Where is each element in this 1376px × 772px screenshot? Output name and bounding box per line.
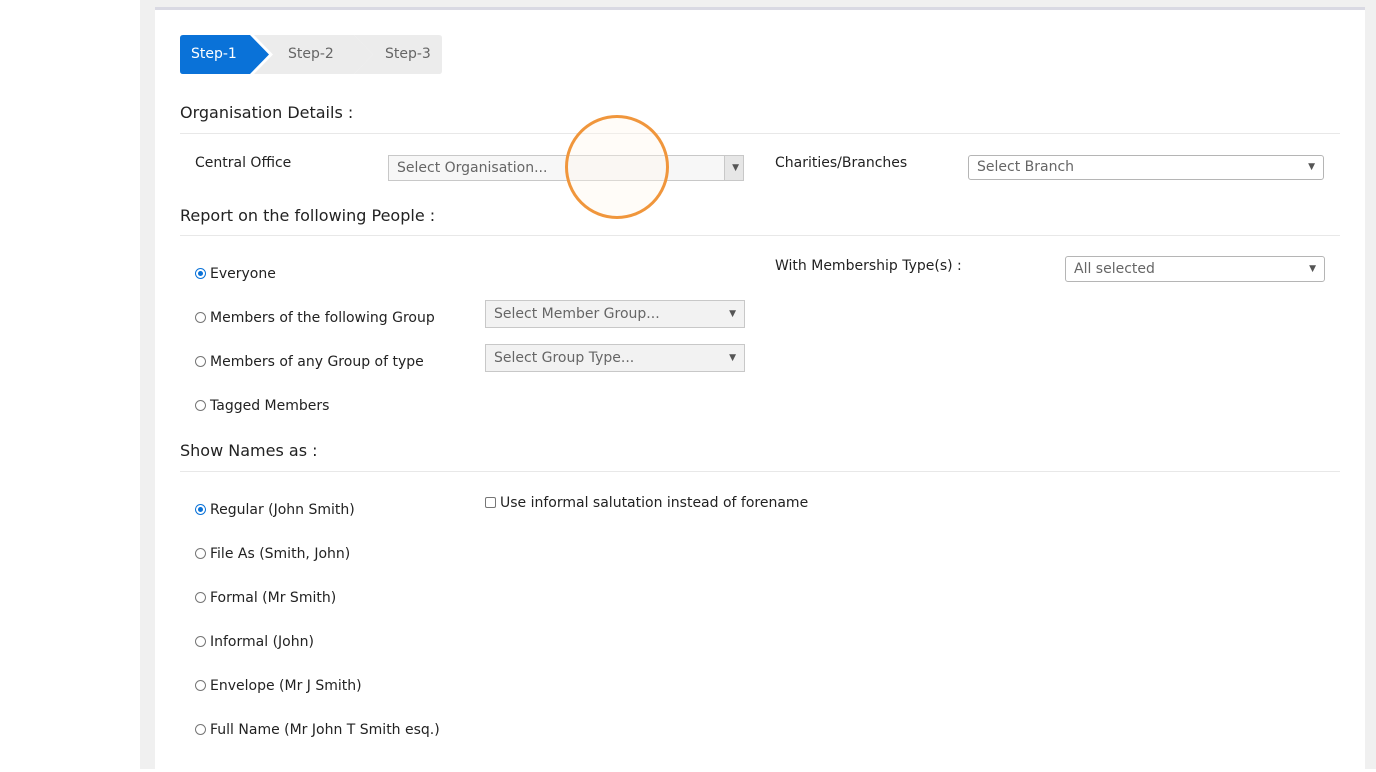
chevron-down-icon: ▼ — [729, 353, 736, 363]
charities-branches-label: Charities/Branches — [775, 155, 908, 171]
everyone-label: Everyone — [210, 266, 276, 282]
member-group-placeholder: Select Member Group... — [494, 306, 660, 322]
full-name-radio[interactable] — [195, 724, 206, 735]
membership-type-select[interactable]: All selected ▼ — [1065, 256, 1325, 282]
chevron-down-icon: ▼ — [1308, 162, 1315, 172]
click-highlight-icon — [565, 115, 669, 219]
member-group-select[interactable]: Select Member Group... ▼ — [485, 300, 745, 328]
member-group-option[interactable]: Members of the following Group — [195, 310, 435, 326]
regular-name-label: Regular (John Smith) — [210, 502, 355, 518]
step-2-label: Step-2 — [288, 46, 334, 62]
envelope-name-radio[interactable] — [195, 680, 206, 691]
formal-name-label: Formal (Mr Smith) — [210, 590, 337, 606]
informal-name-radio[interactable] — [195, 636, 206, 647]
formal-name-option[interactable]: Formal (Mr Smith) — [195, 590, 336, 606]
chevron-down-icon: ▼ — [1309, 264, 1316, 274]
member-group-label: Members of the following Group — [210, 310, 435, 326]
full-name-label: Full Name (Mr John T Smith esq.) — [210, 722, 440, 738]
file-as-radio[interactable] — [195, 548, 206, 559]
formal-name-radio[interactable] — [195, 592, 206, 603]
show-names-heading: Show Names as : — [180, 441, 318, 460]
step-3-tab[interactable]: Step-3 — [354, 35, 442, 74]
group-type-select[interactable]: Select Group Type... ▼ — [485, 344, 745, 372]
branch-select[interactable]: Select Branch ▼ — [968, 155, 1324, 180]
step-1-label: Step-1 — [191, 46, 237, 62]
informal-salutation-checkbox[interactable] — [485, 497, 496, 508]
chevron-down-icon: ▼ — [732, 163, 739, 173]
chevron-down-icon: ▼ — [729, 309, 736, 319]
group-type-placeholder: Select Group Type... — [494, 350, 635, 366]
central-office-placeholder: Select Organisation... — [397, 160, 548, 176]
divider — [180, 471, 1340, 472]
tagged-members-option[interactable]: Tagged Members — [195, 398, 329, 414]
step-3-label: Step-3 — [385, 46, 431, 62]
divider — [180, 133, 1340, 134]
everyone-option[interactable]: Everyone — [195, 266, 276, 282]
regular-name-option[interactable]: Regular (John Smith) — [195, 502, 355, 518]
informal-name-option[interactable]: Informal (John) — [195, 634, 314, 650]
full-name-option[interactable]: Full Name (Mr John T Smith esq.) — [195, 722, 440, 738]
branch-placeholder: Select Branch — [977, 159, 1075, 175]
group-type-label: Members of any Group of type — [210, 354, 424, 370]
informal-salutation-option[interactable]: Use informal salutation instead of foren… — [485, 495, 808, 511]
regular-name-radio[interactable] — [195, 504, 206, 515]
member-group-radio[interactable] — [195, 312, 206, 323]
group-type-option[interactable]: Members of any Group of type — [195, 354, 424, 370]
organisation-details-heading: Organisation Details : — [180, 103, 354, 122]
divider — [180, 235, 1340, 236]
envelope-name-label: Envelope (Mr J Smith) — [210, 678, 362, 694]
envelope-name-option[interactable]: Envelope (Mr J Smith) — [195, 678, 362, 694]
informal-salutation-label: Use informal salutation instead of foren… — [500, 495, 809, 511]
file-as-label: File As (Smith, John) — [210, 546, 351, 562]
tagged-members-label: Tagged Members — [210, 398, 330, 414]
group-type-radio[interactable] — [195, 356, 206, 367]
file-as-option[interactable]: File As (Smith, John) — [195, 546, 350, 562]
membership-type-value: All selected — [1074, 261, 1155, 277]
tagged-members-radio[interactable] — [195, 400, 206, 411]
everyone-radio[interactable] — [195, 268, 206, 279]
central-office-label: Central Office — [195, 155, 292, 171]
report-people-heading: Report on the following People : — [180, 206, 436, 225]
informal-name-label: Informal (John) — [210, 634, 314, 650]
membership-type-label: With Membership Type(s) : — [775, 258, 962, 274]
